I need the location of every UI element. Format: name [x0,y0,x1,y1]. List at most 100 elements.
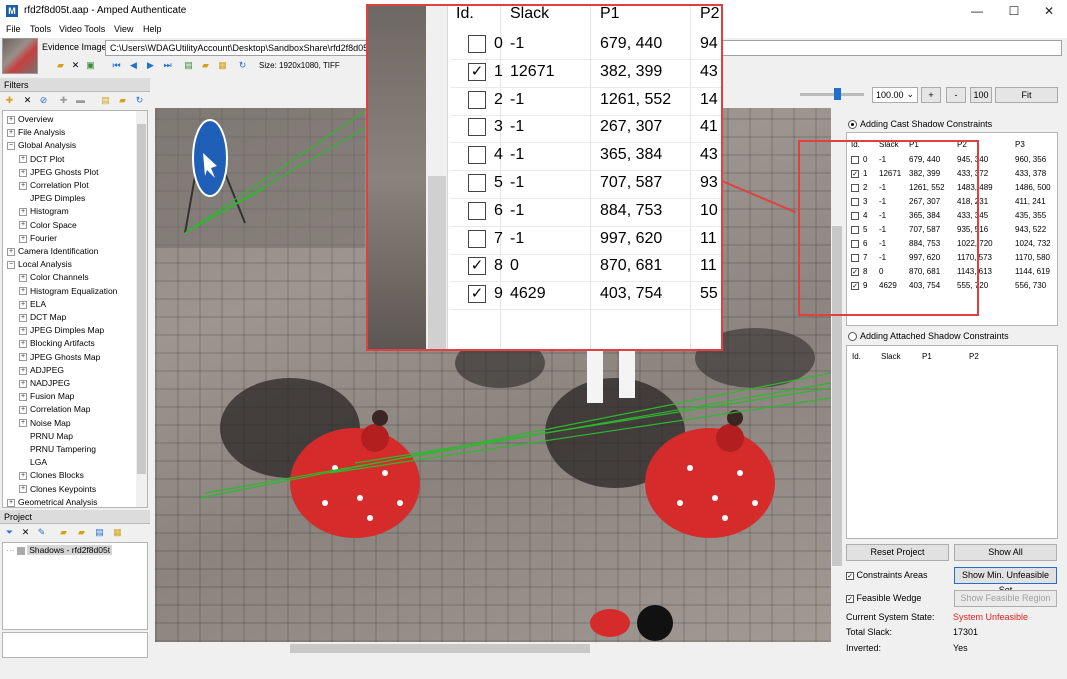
filter-tree-item[interactable]: + Clones Blocks [19,470,84,483]
delete-icon[interactable]: ✕ [20,527,31,538]
filter-tree-item[interactable]: + Histogram [19,206,69,219]
filter-tree-item[interactable]: + File Analysis [7,127,65,140]
filter-tree-item[interactable]: + ADJPEG [19,365,64,378]
evidence-thumbnail[interactable] [2,38,38,74]
filter-tree-item[interactable]: + DCT Map [19,312,66,325]
expand-icon[interactable]: + [19,168,27,177]
expand-icon[interactable]: + [19,353,27,362]
save-icon[interactable]: ▤ [100,95,111,106]
project-tree[interactable] [2,542,148,630]
expand-icon[interactable]: + [19,234,27,243]
save-project-icon[interactable]: ▤ [94,527,105,538]
expand-icon[interactable]: + [19,366,27,375]
filter-tree-item[interactable]: + ELA [19,299,46,312]
expand-icon[interactable]: + [7,498,15,507]
filter-tree-item[interactable]: + JPEG Dimples Map [19,325,104,338]
refresh-icon[interactable]: ↻ [237,60,248,71]
zoom-slider-track[interactable] [800,93,864,96]
expand-icon[interactable]: + [7,128,15,137]
show-feasible-region-button[interactable]: Show Feasible Region [954,590,1057,607]
attached-shadow-radio[interactable]: Adding Attached Shadow Constraints [848,331,1009,342]
open-folder-icon[interactable]: ▰ [55,60,66,71]
constraints-areas-checkbox[interactable]: ✓ Constraints Areas [846,570,928,580]
zoom-slider-knob[interactable] [834,88,841,100]
expand-icon[interactable]: + [19,181,27,190]
collapse-icon[interactable]: − [7,260,15,269]
filter-tree-item[interactable]: + Color Channels [19,272,89,285]
expand-icon[interactable]: + [7,115,15,124]
new-filter-icon[interactable]: ✚ [4,95,15,106]
report-icon[interactable]: ▦ [217,60,228,71]
menu-view[interactable]: View [114,24,133,34]
zoom-fit-button[interactable]: Fit [995,87,1058,103]
filter-tree-item[interactable]: + JPEG Ghosts Map [19,352,100,365]
reset-project-button[interactable]: Reset Project [846,544,949,561]
prev-frame-icon[interactable]: ◀ [128,60,139,71]
filter-tree-item[interactable]: + Fourier [19,233,57,246]
zoom-100-button[interactable]: 100 [970,87,992,103]
viewer-horizontal-thumb[interactable] [290,644,590,653]
filter-edit-icon[interactable]: ⊘ [38,95,49,106]
reload-icon[interactable]: ↻ [134,95,145,106]
remove-icon[interactable]: ▬ [75,95,86,106]
edit-icon[interactable]: ✎ [36,527,47,538]
filter-tree-item[interactable]: PRNU Map [19,431,73,444]
delete-filter-icon[interactable]: ✕ [22,95,33,106]
zoom-in-button[interactable]: + [921,87,941,103]
filter-tree-item[interactable]: + Histogram Equalization [19,286,117,299]
folder-open-icon[interactable]: ▰ [117,95,128,106]
filter-tree-item[interactable]: − Local Analysis [7,259,72,272]
show-all-button[interactable]: Show All [954,544,1057,561]
filter-icon[interactable]: ⏷ [4,527,15,538]
filter-tree-item[interactable]: PRNU Tampering [19,444,96,457]
filter-tree-item[interactable]: + Color Space [19,220,77,233]
menu-help[interactable]: Help [143,24,162,34]
menu-tools[interactable]: Tools [30,24,51,34]
next-frame-icon[interactable]: ▶ [145,60,156,71]
first-frame-icon[interactable]: ⏮ [111,60,122,71]
filter-tree-item[interactable]: LGA [19,457,47,470]
zoom-out-button[interactable]: - [946,87,966,103]
expand-icon[interactable]: + [19,287,27,296]
filter-tree-item[interactable]: + Geometrical Analysis [7,497,97,507]
expand-icon[interactable]: + [19,300,27,309]
add-icon[interactable]: ✚ [58,95,69,106]
filter-tree-item[interactable]: + Fusion Map [19,391,74,404]
image-icon[interactable]: ▣ [85,60,96,71]
expand-icon[interactable]: + [19,313,27,322]
filter-tree-item[interactable]: + DCT Plot [19,154,64,167]
expand-icon[interactable]: + [19,472,27,481]
show-min-unfeasible-button[interactable]: Show Min. Unfeasible Set [954,567,1057,595]
filter-tree-item[interactable]: JPEG Dimples [19,193,85,206]
expand-icon[interactable]: + [19,208,27,217]
folder-icon[interactable]: ▰ [200,60,211,71]
expand-icon[interactable]: + [19,406,27,415]
expand-icon[interactable]: + [19,155,27,164]
last-frame-icon[interactable]: ⏭ [162,60,173,71]
minimize-button[interactable]: — [959,0,995,22]
new-project-icon[interactable]: ▰ [58,527,69,538]
expand-icon[interactable]: + [19,419,27,428]
filters-tree[interactable]: + Overview + File Analysis − Global Analysis +… [2,110,148,508]
filter-tree-item[interactable]: + Clones Keypoints [19,484,96,497]
expand-icon[interactable]: + [19,392,27,401]
filter-tree-item[interactable]: + Camera Identification [7,246,98,259]
filter-tree-item[interactable]: + JPEG Ghosts Plot [19,167,99,180]
filter-tree-item[interactable]: + Correlation Map [19,404,90,417]
filter-tree-item[interactable]: + Overview [7,114,53,127]
filter-tree-item[interactable]: + NADJPEG [19,378,70,391]
export-project-icon[interactable]: ▦ [112,527,123,538]
expand-icon[interactable]: + [19,340,27,349]
export-icon[interactable]: ▤ [183,60,194,71]
filter-tree-item[interactable]: − Global Analysis [7,140,76,153]
project-item[interactable]: ··· Shadows - rfd2f8d05t [6,545,113,555]
filters-scroll-thumb[interactable] [137,124,146,474]
zoom-select[interactable]: 100.00 ⌄ [872,87,918,103]
feasible-wedge-checkbox[interactable]: ✓ Feasible Wedge [846,593,921,603]
filter-tree-item[interactable]: + Blocking Artifacts [19,338,95,351]
cast-shadow-radio[interactable]: Adding Cast Shadow Constraints [848,119,992,130]
expand-icon[interactable]: + [19,379,27,388]
close-button[interactable]: ✕ [1031,0,1067,22]
expand-icon[interactable]: + [19,274,27,283]
expand-icon[interactable]: + [19,326,27,335]
